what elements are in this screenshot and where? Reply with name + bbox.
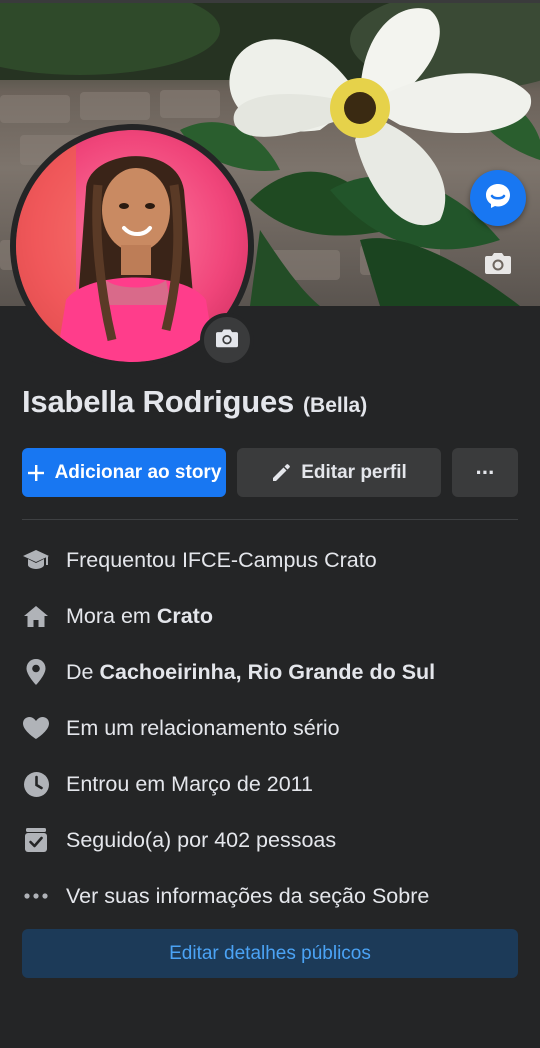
location-pin-icon <box>22 658 50 686</box>
edit-profile-label: Editar perfil <box>301 461 407 483</box>
more-options-label: ··· <box>475 459 496 485</box>
detail-relationship: Em um relacionamento sério <box>22 700 522 756</box>
pencil-icon <box>271 463 291 483</box>
detail-lives-prefix: Mora em <box>66 603 157 628</box>
edit-profile-picture-button[interactable] <box>200 313 254 367</box>
profile-name-row: Isabella Rodrigues (Bella) <box>22 384 367 420</box>
profile-details: Frequentou IFCE-Campus Crato Mora em Cra… <box>22 532 522 924</box>
detail-education-text: Frequentou IFCE-Campus Crato <box>66 547 377 572</box>
status-line <box>0 0 540 3</box>
detail-about-text: Ver suas informações da seção Sobre <box>66 883 430 908</box>
more-options-button[interactable]: ··· <box>452 448 518 497</box>
detail-from: De Cachoeirinha, Rio Grande do Sul <box>22 644 522 700</box>
profile-name: Isabella Rodrigues <box>22 384 295 419</box>
messenger-icon <box>483 181 513 216</box>
detail-followers[interactable]: Seguido(a) por 402 pessoas <box>22 812 522 868</box>
profile-nickname: (Bella) <box>303 394 368 417</box>
detail-followers-text: Seguido(a) por 402 pessoas <box>66 827 337 852</box>
detail-from-place[interactable]: Cachoeirinha, Rio Grande do Sul <box>99 660 435 685</box>
detail-joined: Entrou em Março de 2011 <box>22 756 522 812</box>
graduation-cap-icon <box>22 546 50 574</box>
messenger-button[interactable] <box>470 170 526 226</box>
camera-icon <box>483 250 513 281</box>
detail-relationship-text: Em um relacionamento sério <box>66 715 340 740</box>
edit-public-details-button[interactable]: Editar detalhes públicos <box>22 929 518 978</box>
clock-icon <box>22 770 50 798</box>
plus-icon <box>27 464 45 482</box>
detail-education: Frequentou IFCE-Campus Crato <box>22 532 522 588</box>
profile-page: Isabella Rodrigues (Bella) Adicionar ao … <box>0 0 540 1048</box>
camera-icon <box>214 327 240 354</box>
edit-public-details-label: Editar detalhes públicos <box>169 942 371 964</box>
detail-joined-text: Entrou em Março de 2011 <box>66 771 313 796</box>
home-icon <box>22 602 50 630</box>
detail-lives-city[interactable]: Crato <box>157 604 213 629</box>
detail-lives-in: Mora em Crato <box>22 588 522 644</box>
add-to-story-label: Adicionar ao story <box>54 461 222 483</box>
edit-profile-button[interactable]: Editar perfil <box>237 448 441 497</box>
detail-from-prefix: De <box>66 659 100 684</box>
heart-icon <box>22 714 50 742</box>
ellipsis-icon <box>22 882 50 910</box>
divider <box>22 519 518 520</box>
detail-about-link[interactable]: Ver suas informações da seção Sobre <box>22 868 522 924</box>
edit-cover-button[interactable] <box>480 248 516 282</box>
inbox-check-icon <box>22 826 50 854</box>
add-to-story-button[interactable]: Adicionar ao story <box>22 448 226 497</box>
